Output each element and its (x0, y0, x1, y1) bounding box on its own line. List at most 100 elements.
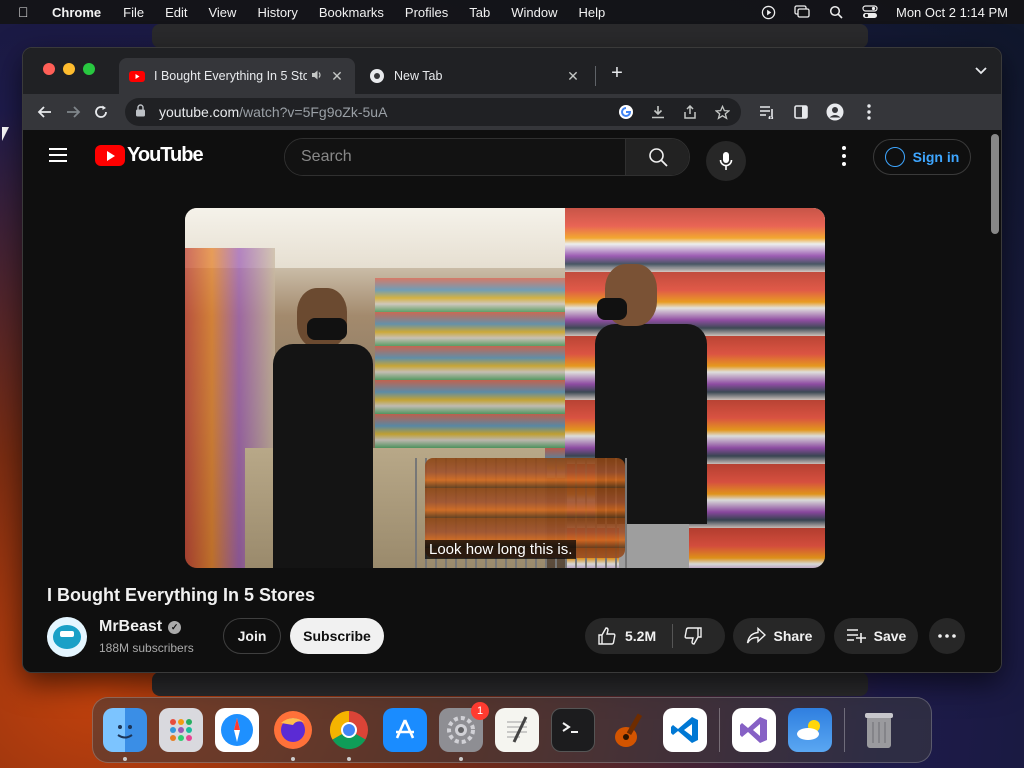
control-center-icon[interactable] (862, 5, 878, 19)
terminal-icon[interactable] (551, 708, 595, 752)
save-button[interactable]: Save (834, 618, 918, 654)
lock-icon[interactable] (135, 104, 149, 120)
channel-name-row: MrBeast ✓ (99, 618, 182, 636)
audio-playing-icon[interactable] (311, 69, 325, 84)
thumbs-down-icon (684, 627, 702, 645)
like-button[interactable]: 5.2M (597, 626, 656, 646)
weather-icon[interactable] (788, 708, 832, 752)
dislike-button[interactable] (683, 626, 703, 646)
app-store-icon[interactable] (383, 708, 427, 752)
background-window-bottom (152, 672, 868, 696)
join-button[interactable]: Join (223, 618, 281, 654)
account-circle-icon (884, 147, 905, 167)
menu-history[interactable]: History (257, 5, 297, 20)
sign-in-button[interactable]: Sign in (873, 139, 971, 175)
menu-view[interactable]: View (208, 5, 236, 20)
apple-menu-icon[interactable]:  (18, 4, 34, 20)
visual-studio-code-icon[interactable] (663, 708, 707, 752)
search-button[interactable] (625, 139, 689, 175)
visual-studio-icon[interactable] (732, 708, 776, 752)
video-frame-person (265, 288, 375, 568)
finder-icon[interactable] (103, 708, 147, 761)
save-label: Save (873, 628, 907, 644)
menu-file[interactable]: File (123, 5, 144, 20)
menu-window[interactable]: Window (511, 5, 557, 20)
tab-new-tab[interactable]: New Tab ✕ (359, 58, 591, 94)
youtube-logo-text: YouTube (127, 144, 204, 166)
install-app-icon[interactable] (649, 103, 667, 121)
youtube-page: YouTube Search Sign in Look how long thi… (23, 130, 1001, 672)
chrome-icon[interactable] (327, 708, 371, 761)
youtube-play-icon (95, 145, 125, 166)
menu-bookmarks[interactable]: Bookmarks (319, 5, 384, 20)
zoom-window-button[interactable] (83, 63, 95, 75)
google-lens-icon[interactable] (617, 103, 635, 121)
menu-edit[interactable]: Edit (165, 5, 187, 20)
notification-badge: 1 (471, 702, 489, 720)
share-page-icon[interactable] (681, 103, 699, 121)
textedit-icon[interactable] (495, 708, 539, 752)
menu-help[interactable]: Help (579, 5, 606, 20)
tab-strip: I Bought Everything In 5 Stores ✕ New Ta… (23, 48, 1001, 94)
tab-search-chevron-icon[interactable] (975, 64, 987, 78)
launchpad-icon[interactable] (159, 708, 203, 752)
reload-button[interactable] (87, 98, 115, 126)
safari-icon[interactable] (215, 708, 259, 752)
play-status-icon[interactable] (760, 5, 776, 19)
new-tab-button[interactable]: + (607, 62, 627, 85)
share-label: Share (773, 628, 813, 644)
subscribe-button[interactable]: Subscribe (290, 618, 384, 654)
tab-title: I Bought Everything In 5 Stores (154, 69, 307, 83)
window-controls (43, 63, 95, 75)
video-player[interactable]: Look how long this is. (185, 208, 825, 568)
verified-check-icon: ✓ (168, 620, 182, 634)
firefox-icon[interactable] (271, 708, 315, 761)
system-settings-icon[interactable]: 1 (439, 702, 489, 761)
address-bar[interactable]: youtube.com/watch?v=5Fg9oZk-5uA (125, 98, 741, 126)
macos-dock: 1 (92, 697, 932, 763)
channel-name[interactable]: MrBeast (99, 618, 162, 636)
spotlight-search-icon[interactable] (828, 5, 844, 19)
search-input[interactable]: Search (285, 139, 625, 175)
media-controls-icon[interactable] (757, 102, 777, 122)
close-tab-icon[interactable]: ✕ (329, 68, 345, 85)
profile-icon[interactable] (825, 102, 845, 122)
back-button[interactable] (31, 98, 59, 126)
bookmark-star-icon[interactable] (713, 103, 731, 121)
channel-avatar[interactable] (47, 617, 87, 657)
youtube-favicon-icon (129, 68, 145, 84)
mouse-cursor-icon (2, 127, 9, 141)
hamburger-menu-icon[interactable] (49, 148, 67, 162)
more-horizontal-icon (938, 634, 956, 638)
chrome-window: I Bought Everything In 5 Stores ✕ New Ta… (22, 47, 1002, 673)
background-window-top (152, 24, 868, 48)
menubar-app-name[interactable]: Chrome (52, 5, 101, 20)
subscriber-count: 188M subscribers (99, 641, 194, 655)
like-dislike-group: 5.2M (585, 618, 725, 654)
sign-in-label: Sign in (912, 149, 960, 165)
side-panel-icon[interactable] (791, 102, 811, 122)
close-window-button[interactable] (43, 63, 55, 75)
macos-menubar:  Chrome File Edit View History Bookmark… (0, 0, 1024, 24)
tab-youtube-video[interactable]: I Bought Everything In 5 Stores ✕ (119, 58, 355, 94)
trash-icon[interactable] (857, 708, 901, 752)
video-title: I Bought Everything In 5 Stores (47, 585, 316, 605)
menu-profiles[interactable]: Profiles (405, 5, 448, 20)
page-scrollbar[interactable] (991, 134, 999, 234)
dock-separator (719, 708, 720, 752)
minimize-window-button[interactable] (63, 63, 75, 75)
chrome-menu-icon[interactable] (859, 102, 879, 122)
menubar-clock[interactable]: Mon Oct 2 1:14 PM (896, 5, 1008, 20)
forward-button[interactable] (59, 98, 87, 126)
close-tab-icon[interactable]: ✕ (565, 68, 581, 85)
more-actions-button[interactable] (929, 618, 965, 654)
youtube-logo[interactable]: YouTube (95, 144, 204, 167)
youtube-header: YouTube Search Sign in (23, 130, 1001, 184)
share-button[interactable]: Share (733, 618, 825, 654)
voice-search-button[interactable] (706, 141, 746, 181)
garageband-icon[interactable] (607, 708, 651, 752)
screen-mirroring-icon[interactable] (794, 5, 810, 19)
thumbs-up-icon (598, 627, 616, 645)
settings-more-icon[interactable] (841, 146, 847, 166)
menu-tab[interactable]: Tab (469, 5, 490, 20)
